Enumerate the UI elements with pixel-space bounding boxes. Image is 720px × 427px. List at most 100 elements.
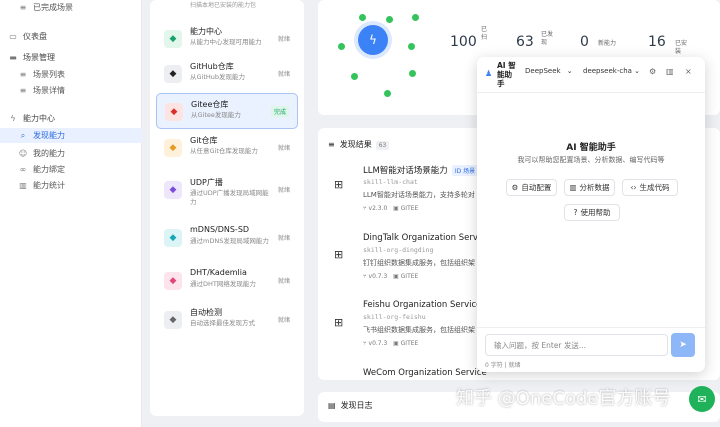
discovery-clipped-desc: 扫描本地已安装的能力包 [190, 2, 257, 9]
result-desc: 飞书组织数据集成服务，包括组织架 [363, 326, 475, 334]
radar-node-dot [351, 73, 358, 80]
chat-icon: ✉ [697, 392, 707, 406]
model-select[interactable]: deepseek-cha ⌄ [583, 67, 640, 75]
sidebar-item-my-capabilities[interactable]: ☺ 我的能力 [0, 146, 142, 160]
source-status-badge: 就绪 [277, 36, 290, 43]
sidebar-item-capability-stats[interactable]: ▥ 能力统计 [0, 178, 142, 192]
log-icon: ▤ [328, 401, 336, 410]
discovery-source-item[interactable]: ◆ 能力中心 从能力中心发现可用能力 就绪 [156, 21, 298, 57]
sidebar-item-dashboard[interactable]: ▭ 仪表盘 [0, 29, 142, 43]
result-meta: ⑂ v2.3.0 ▣ GITEE [363, 205, 419, 212]
trash-icon[interactable]: ▥ [666, 67, 674, 76]
grid-icon: ⊞ [334, 178, 344, 191]
grid-icon: ⊞ [334, 248, 344, 261]
gear-icon[interactable]: ⚙ [649, 67, 656, 76]
radar-node-dot [409, 70, 416, 77]
result-title[interactable]: Feishu Organization Service [363, 300, 481, 310]
ai-question-input[interactable]: 输入问题，按 Enter 发送... [485, 334, 668, 356]
sidebar-item-label: 场景列表 [33, 69, 65, 79]
radar-node-dot [359, 14, 366, 21]
stat-installed-label: 已安 装 [675, 40, 688, 55]
radar-node-dot [408, 43, 415, 50]
source-status-badge: 就绪 [277, 235, 290, 242]
wifi-icon: ◆ [164, 229, 182, 247]
ai-assistant-panel: ♟ AI 智能助手 DeepSeek ⌄ deepseek-cha ⌄ ⚙ ▥ … [477, 57, 705, 372]
result-title[interactable]: LLM智能对话场景能力 ID 场景 [363, 164, 479, 176]
git-icon: ◆ [164, 139, 182, 157]
result-desc: 钉钉组织数据集成服务，包括组织架 [363, 259, 475, 267]
source-desc: 自动选择最佳发现方式 [190, 319, 255, 327]
list-icon: ≡ [19, 85, 27, 95]
sidebar-item-label: 发现能力 [33, 131, 65, 140]
broadcast-icon: ◆ [164, 181, 182, 199]
close-icon[interactable]: × [685, 67, 692, 76]
generate-code-button[interactable]: ‹› 生成代码 [622, 179, 678, 196]
ai-footer-status: 0 字符 | 就绪 [485, 362, 521, 369]
sidebar-item-discover-capabilities[interactable]: ⌕ 发现能力 [0, 128, 142, 143]
discovery-source-item[interactable]: ◆ Gitee仓库 从Gitee发现能力 完成 [156, 93, 298, 129]
result-title[interactable]: DingTalk Organization Service [363, 233, 490, 243]
help-icon: ? [573, 208, 578, 217]
result-meta: ⑂ v0.7.3 ▣ GITEE [363, 340, 419, 347]
list-icon: ≡ [19, 69, 27, 79]
discovery-source-item[interactable]: ◆ mDNS/DNS-SD 通过mDNS发现局域网能力 就绪 [156, 220, 298, 256]
results-title: 发现结果 [339, 140, 372, 149]
source-title: Git仓库 [190, 136, 218, 145]
usage-help-button[interactable]: ? 使用帮助 [564, 204, 620, 221]
log-title: 发现日志 [340, 401, 373, 410]
log-header[interactable]: ▤ 发现日志 [328, 400, 373, 411]
monitor-icon: ▭ [9, 31, 17, 41]
send-button[interactable]: ➤ [671, 333, 695, 357]
discovery-source-item[interactable]: ◆ UDP广播 通过UDP广播发现局域网能力 就绪 [156, 172, 298, 208]
discovery-source-item[interactable]: ◆ DHT/Kademlia 通过DHT网络发现能力 就绪 [156, 263, 298, 299]
chevron-down-icon: ⌄ [634, 67, 641, 75]
list-icon: ≡ [19, 2, 27, 12]
analyze-data-button[interactable]: ▥ 分析数据 [564, 179, 615, 196]
share-icon: ◆ [164, 272, 182, 290]
sidebar-item-label: 能力绑定 [33, 164, 65, 174]
github-icon: ◆ [164, 65, 182, 83]
result-code: skill-org-feishu [363, 313, 426, 321]
ai-welcome-subtitle: 我可以帮助您配置场景、分析数据、编写代码等 [517, 156, 665, 164]
gitee-icon: ▣ [393, 273, 401, 280]
sidebar-item-capability-binding[interactable]: ∞ 能力绑定 [0, 162, 142, 176]
chat-fab-button[interactable]: ✉ [689, 386, 715, 412]
source-status-badge: 就绪 [277, 145, 290, 152]
source-title: GitHub仓库 [190, 62, 234, 71]
sidebar-item-label: 我的能力 [33, 148, 65, 158]
result-title[interactable]: WeCom Organization Service [363, 368, 487, 378]
ai-panel-header: ♟ AI 智能助手 DeepSeek ⌄ deepseek-cha ⌄ ⚙ ▥ … [477, 57, 705, 93]
discovery-source-item[interactable]: ◆ GitHub仓库 从GitHub发现能力 就绪 [156, 56, 298, 92]
source-title: 能力中心 [190, 27, 222, 36]
discovery-source-item[interactable]: ◆ 自动检测 自动选择最佳发现方式 就绪 [156, 302, 298, 338]
radar-node-dot [384, 90, 391, 97]
lightning-icon: ϟ [10, 113, 16, 123]
magic-icon: ◆ [164, 311, 182, 329]
sidebar-item-label: 能力统计 [33, 180, 65, 190]
ai-panel-title: AI 智能助手 [497, 61, 516, 88]
gitee-icon: ▣ [393, 205, 401, 212]
discovery-source-item[interactable]: ◆ Git仓库 从任意Git仓库发现能力 就绪 [156, 130, 298, 166]
stat-discovered-value: 63 [516, 34, 534, 50]
sidebar-item-completed-scenes[interactable]: ≡ 已完成场景 [0, 0, 142, 14]
sidebar-item-label: 场景管理 [23, 52, 55, 62]
result-code: skill-org-dingding [363, 246, 434, 254]
sidebar-item-scene-list[interactable]: ≡ 场景列表 [0, 67, 142, 81]
auto-config-button[interactable]: ⚙ 自动配置 [506, 179, 557, 196]
user-icon: ☺ [18, 148, 28, 158]
code-icon: ‹› [630, 183, 637, 192]
chevron-down-icon: ⌄ [566, 67, 573, 75]
provider-select[interactable]: DeepSeek ⌄ [525, 67, 573, 75]
watermark: 知乎 @OneCode官方账号 [456, 388, 671, 409]
scan-lightning-icon[interactable]: ϟ [358, 25, 388, 55]
list-icon: ≡ [328, 140, 335, 149]
source-status-badge: 就绪 [277, 71, 290, 78]
sidebar-item-label: 场景详情 [33, 85, 65, 95]
sidebar-item-scene-detail[interactable]: ≡ 场景详情 [0, 83, 142, 97]
gear-icon: ⚙ [511, 183, 519, 192]
sidebar-item-scene-management[interactable]: ▬ 场景管理 [0, 50, 142, 64]
stat-discovered-label: 已发 现 [541, 31, 554, 46]
sidebar-item-capability-center[interactable]: ϟ 能力中心 [0, 111, 142, 125]
source-desc: 通过mDNS发现局域网能力 [190, 237, 269, 245]
robot-icon: ♟ [485, 69, 493, 78]
